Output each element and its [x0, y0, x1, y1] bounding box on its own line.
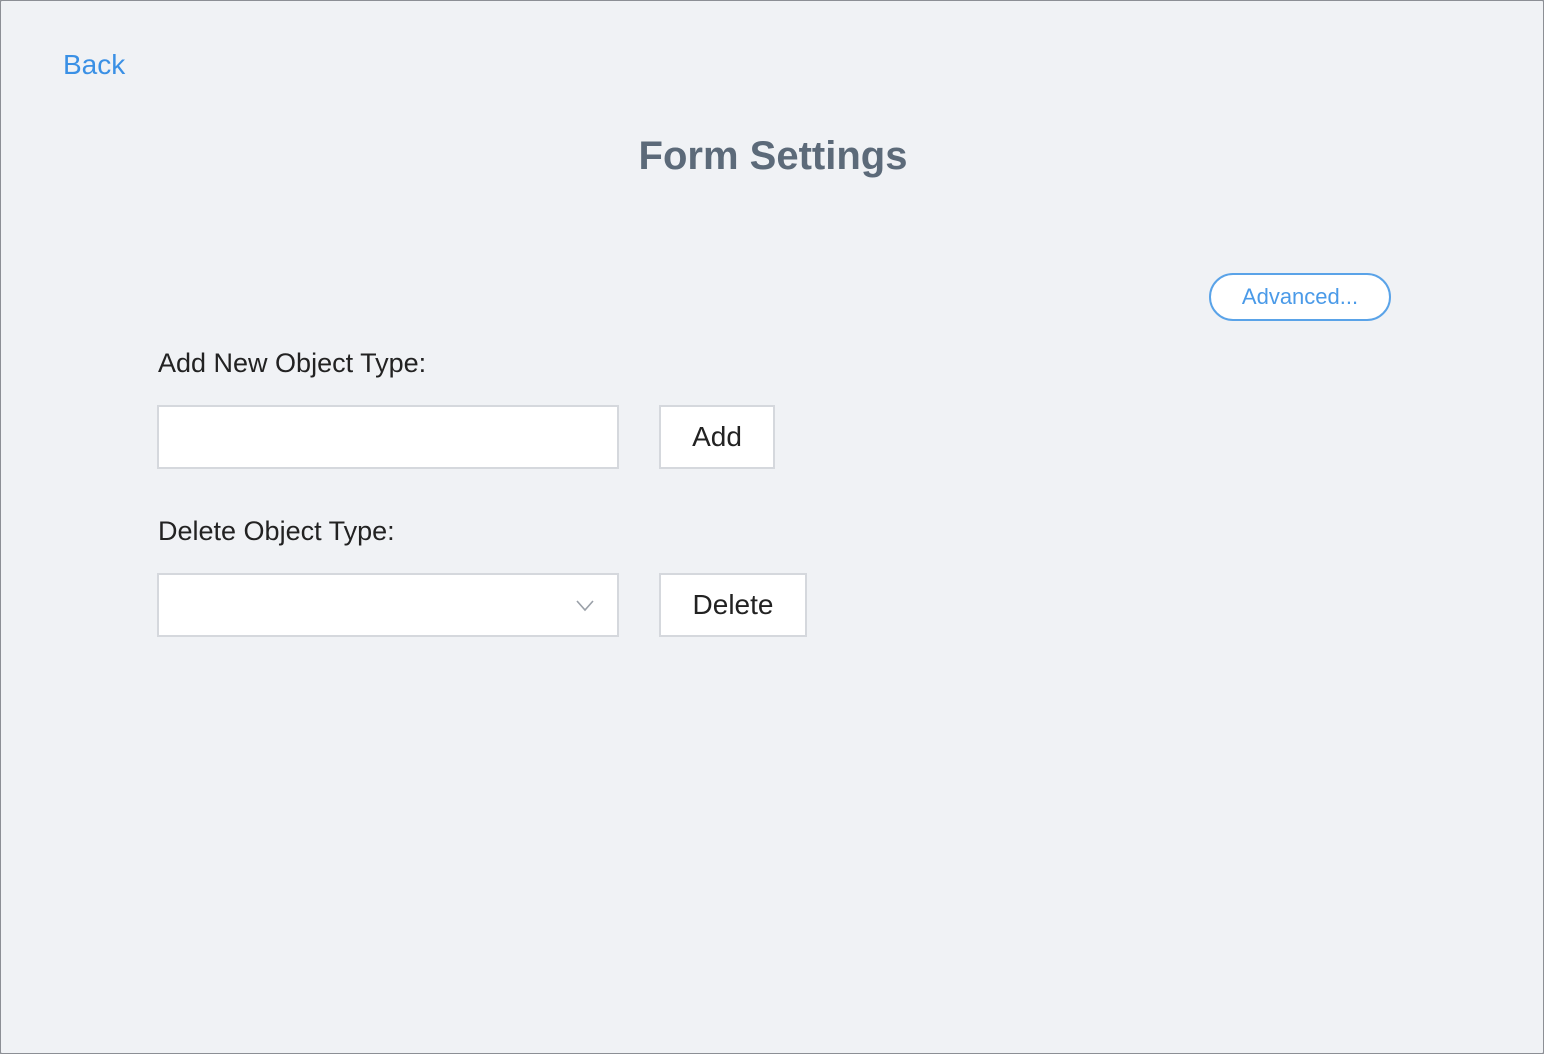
chevron-down-icon	[576, 600, 594, 612]
form-settings-window: Back Form Settings Advanced... Add New O…	[0, 0, 1544, 1054]
add-object-type-label: Add New Object Type:	[158, 348, 427, 378]
object-type-select[interactable]	[157, 573, 619, 637]
delete-object-type-label: Delete Object Type:	[158, 516, 395, 546]
advanced-button[interactable]: Advanced...	[1209, 273, 1391, 321]
delete-button[interactable]: Delete	[659, 573, 807, 637]
add-button[interactable]: Add	[659, 405, 775, 469]
new-object-type-input[interactable]	[157, 405, 619, 469]
page-title: Form Settings	[638, 134, 908, 178]
back-link[interactable]: Back	[63, 48, 125, 82]
